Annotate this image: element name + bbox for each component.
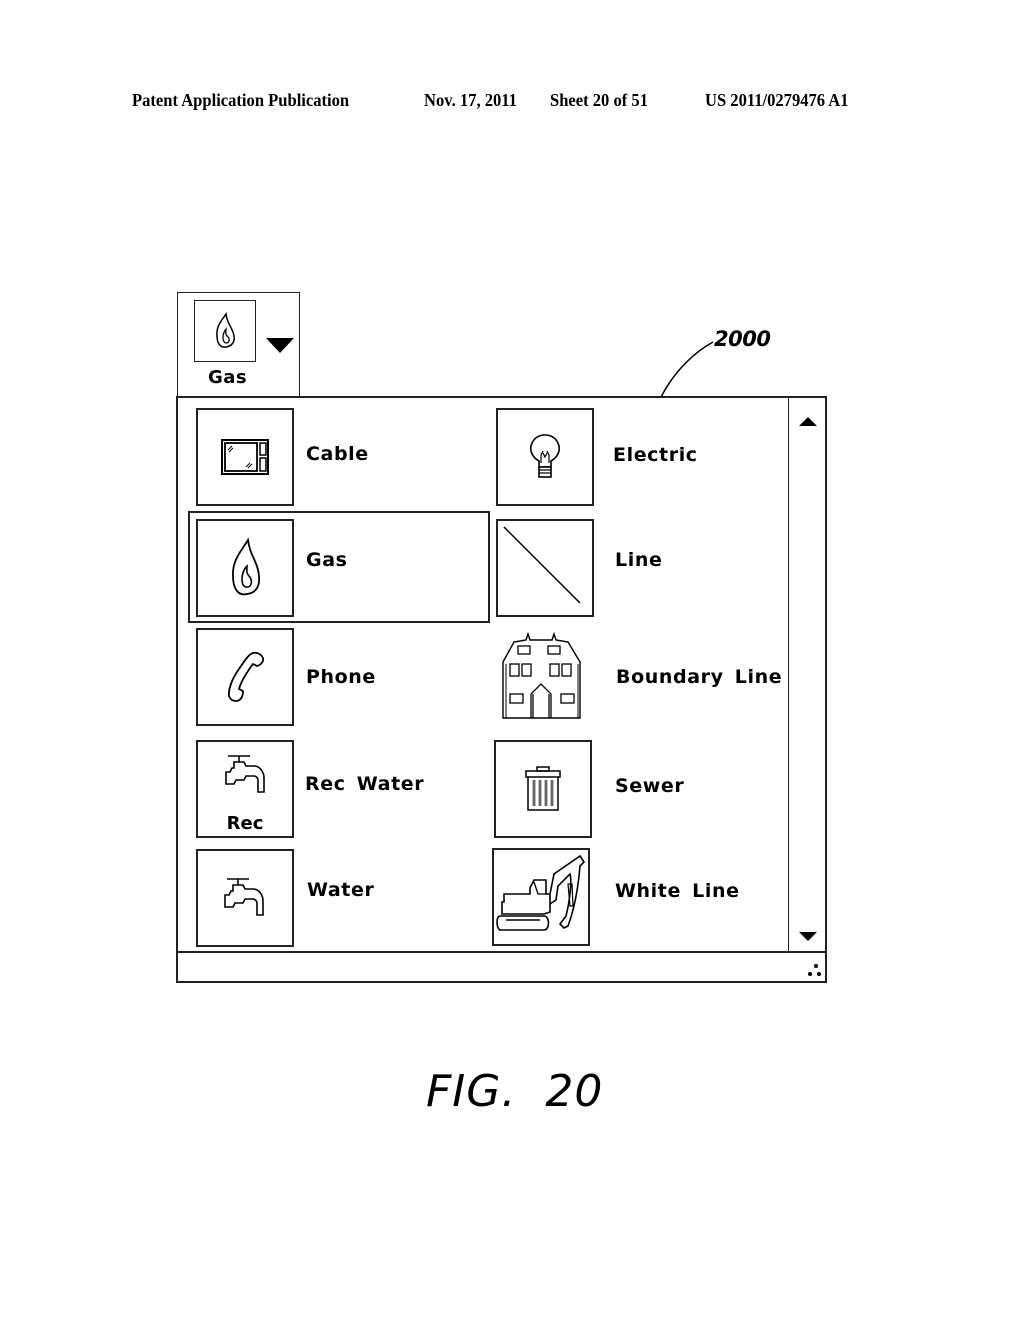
palette-item-phone[interactable]: Phone — [196, 628, 486, 728]
palette-item-electric[interactable]: Electric — [496, 408, 786, 508]
patent-number: US 2011/0279476 A1 — [705, 90, 849, 110]
trash-bin-icon — [525, 766, 561, 811]
palette-item-cable[interactable]: Cable — [196, 408, 486, 508]
palette-item-line[interactable]: Line — [496, 519, 786, 619]
palette-item-white-line[interactable]: White Line — [492, 848, 782, 948]
water-icon-box[interactable] — [196, 849, 294, 947]
figure-caption: FIG. 20 — [426, 1066, 604, 1117]
leader-line — [660, 341, 714, 398]
reference-numeral: 2000 — [714, 327, 771, 351]
phone-icon-box[interactable] — [196, 628, 294, 726]
publication-title: Patent Application Publication — [132, 90, 350, 110]
palette-item-sewer[interactable]: Sewer — [494, 740, 784, 840]
lightbulb-icon — [529, 434, 561, 478]
patent-header: Patent Application Publication Nov. 17, … — [0, 90, 1024, 114]
line-icon-box[interactable] — [496, 519, 594, 617]
palette-item-label: Boundary Line — [616, 666, 783, 688]
faucet-icon — [225, 755, 265, 793]
rec-sublabel: Rec — [226, 813, 264, 834]
faucet-icon — [224, 878, 264, 916]
layer-selector-dropdown[interactable]: Gas — [177, 292, 300, 398]
cable-icon-box[interactable] — [196, 408, 294, 506]
status-bar — [178, 951, 825, 981]
sheet-number: Sheet 20 of 51 — [550, 90, 648, 110]
rec-water-icon-box[interactable]: Rec — [196, 740, 294, 838]
palette-item-label: Phone — [306, 666, 376, 688]
electric-icon-box[interactable] — [496, 408, 594, 506]
flame-icon — [232, 538, 261, 596]
selected-layer-label: Gas — [208, 367, 248, 388]
palette-item-water[interactable]: Water — [196, 849, 486, 949]
palette-item-label: Gas — [306, 549, 348, 571]
gas-icon-box[interactable] — [196, 519, 294, 617]
sewer-icon-box[interactable] — [494, 740, 592, 838]
vertical-scrollbar[interactable] — [788, 398, 825, 951]
publication-date: Nov. 17, 2011 — [424, 90, 517, 110]
palette-item-label: Electric — [613, 444, 698, 466]
dropdown-arrow-icon[interactable] — [266, 338, 294, 353]
palette-item-label: Cable — [306, 443, 369, 465]
palette-item-label: Line — [615, 549, 663, 571]
palette-item-boundary-line[interactable]: Boundary Line — [496, 630, 786, 730]
excavator-icon — [496, 854, 586, 931]
resize-grip-icon[interactable] — [808, 964, 822, 978]
layer-palette-panel: Cable Electric Gas Line Phone Boundary L… — [176, 396, 827, 983]
palette-item-label: Rec Water — [305, 773, 425, 795]
tv-icon — [221, 439, 269, 475]
boundary-line-icon-box[interactable] — [500, 630, 584, 722]
phone-handset-icon — [227, 651, 265, 702]
palette-item-gas[interactable]: Gas — [188, 511, 490, 623]
scroll-up-arrow-icon[interactable] — [799, 417, 817, 426]
palette-item-label: Sewer — [615, 775, 685, 797]
palette-item-label: Water — [307, 879, 375, 901]
scroll-down-arrow-icon[interactable] — [799, 932, 817, 941]
house-icon — [502, 632, 581, 719]
diagonal-line-icon — [503, 526, 581, 604]
flame-icon — [216, 312, 235, 348]
palette-item-rec-water[interactable]: Rec Rec Water — [196, 740, 486, 840]
selected-layer-icon-box — [194, 300, 256, 362]
palette-item-label: White Line — [615, 880, 740, 902]
white-line-icon-box[interactable] — [492, 848, 590, 946]
